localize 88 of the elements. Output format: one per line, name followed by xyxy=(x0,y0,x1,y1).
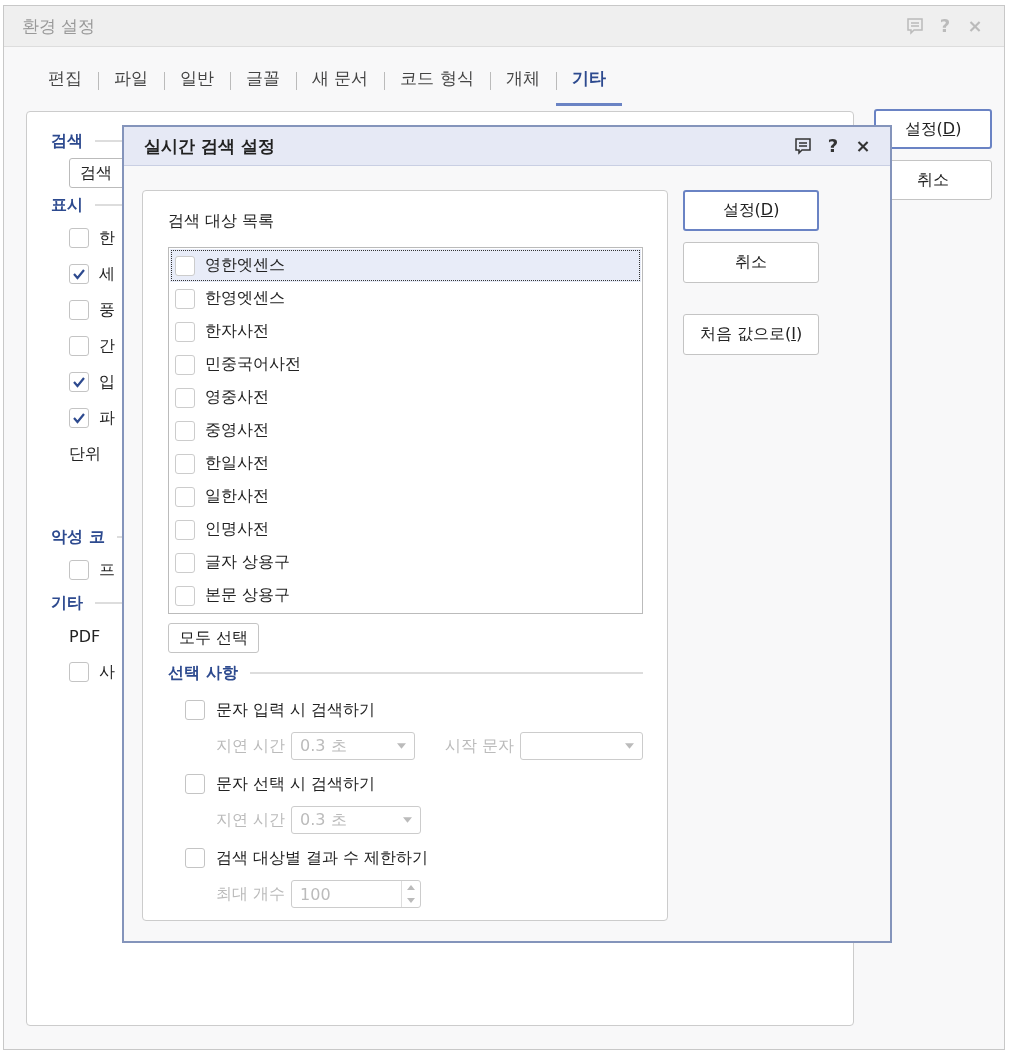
checkbox-label: 한 xyxy=(99,227,115,249)
list-item[interactable]: 본문 상용구 xyxy=(170,579,641,612)
dialog-title: 실시간 검색 설정 xyxy=(144,134,275,158)
item-label: 일한사전 xyxy=(205,486,269,507)
field-label: 최대 개수 xyxy=(216,883,286,905)
checkbox[interactable] xyxy=(175,552,195,573)
checkbox[interactable] xyxy=(175,354,195,375)
checkbox-label: 프 xyxy=(99,559,115,581)
item-label: 한일사전 xyxy=(205,453,269,474)
item-label: 한영엣센스 xyxy=(205,288,285,309)
list-item[interactable]: 한영엣센스 xyxy=(170,282,641,315)
field-label: 지연 시간 xyxy=(216,809,286,831)
checkbox-label: 풍 xyxy=(99,299,115,321)
item-label: 중영사전 xyxy=(205,420,269,441)
item-label: 글자 상용구 xyxy=(205,552,291,573)
checkbox-label: 간 xyxy=(99,335,115,357)
checkbox[interactable] xyxy=(175,321,195,342)
button[interactable]: 설정(D) xyxy=(874,109,992,149)
section-heading: 악성 코 xyxy=(51,526,105,548)
list-item[interactable]: 인명사전 xyxy=(170,513,641,546)
list-item[interactable]: 중영사전 xyxy=(170,414,641,447)
list-item[interactable]: 글자 상용구 xyxy=(170,546,641,579)
select-all-button[interactable]: 모두 선택 xyxy=(168,623,259,653)
checkbox[interactable] xyxy=(175,420,195,441)
caret-icon xyxy=(625,743,634,749)
checkbox[interactable] xyxy=(69,228,89,248)
comment-icon[interactable] xyxy=(794,137,812,155)
up-arrow-icon[interactable] xyxy=(407,885,416,890)
checkbox[interactable] xyxy=(175,453,195,474)
label: 단위 xyxy=(69,443,101,465)
close-button[interactable]: × xyxy=(854,136,872,156)
item-label: 영중사전 xyxy=(205,387,269,408)
checkbox-label: 세 xyxy=(99,263,115,285)
item-label: 본문 상용구 xyxy=(205,585,291,606)
down-arrow-icon[interactable] xyxy=(407,898,416,903)
checkbox[interactable] xyxy=(175,255,195,276)
checkbox[interactable] xyxy=(175,288,195,309)
list-item[interactable]: 영한엣센스 xyxy=(170,249,641,282)
option-label: 검색 대상별 결과 수 제한하기 xyxy=(216,847,429,869)
label: PDF xyxy=(69,626,101,646)
item-label: 한자사전 xyxy=(205,321,269,342)
tab[interactable]: 일반 xyxy=(164,52,230,106)
list-item[interactable]: 한일사전 xyxy=(170,447,641,480)
checkbox[interactable] xyxy=(69,336,89,356)
option-label: 문자 입력 시 검색하기 xyxy=(216,699,376,721)
checkbox-label: 사 xyxy=(99,661,115,683)
tab[interactable]: 파일 xyxy=(98,52,164,106)
checkbox[interactable] xyxy=(69,300,89,320)
checkbox[interactable] xyxy=(69,662,89,682)
section-heading: 표시 xyxy=(51,194,83,216)
field-label: 지연 시간 xyxy=(216,735,286,757)
window-title: 환경 설정 xyxy=(22,14,96,38)
tab[interactable]: 새 문서 xyxy=(296,52,385,106)
list-item[interactable]: 일한사전 xyxy=(170,480,641,513)
item-label: 민중국어사전 xyxy=(205,354,301,375)
dropdown[interactable] xyxy=(519,732,643,760)
list-label: 검색 대상 목록 xyxy=(168,211,276,232)
list-item[interactable]: 영중사전 xyxy=(170,381,641,414)
checkbox[interactable] xyxy=(185,848,205,868)
checkbox[interactable] xyxy=(69,560,89,580)
tab[interactable]: 편집 xyxy=(32,52,98,106)
tab[interactable]: 코드 형식 xyxy=(384,52,490,106)
button[interactable]: 처음 값으로(I) xyxy=(683,314,819,355)
button[interactable]: 설정(D) xyxy=(683,190,819,231)
tab[interactable]: 글꼴 xyxy=(230,52,296,106)
checkbox[interactable] xyxy=(175,585,195,606)
tab[interactable]: 개체 xyxy=(489,52,556,106)
checkbox[interactable] xyxy=(185,700,205,720)
list-item[interactable]: 한자사전 xyxy=(170,315,641,348)
checkbox[interactable] xyxy=(175,519,195,540)
caret-icon xyxy=(403,817,413,823)
help-button[interactable]: ? xyxy=(824,136,842,156)
option-label: 문자 선택 시 검색하기 xyxy=(216,773,376,795)
checkbox[interactable] xyxy=(175,486,195,507)
section-heading: 검색 xyxy=(51,130,83,152)
checkbox[interactable] xyxy=(175,387,195,408)
section-heading: 선택 사항 xyxy=(168,662,238,684)
item-label: 영한엣센스 xyxy=(205,255,285,276)
checkbox-label: 입 xyxy=(99,371,115,393)
list-item[interactable]: 민중국어사전 xyxy=(170,348,641,381)
tab[interactable]: 기타 xyxy=(555,52,622,106)
button[interactable]: 취소 xyxy=(683,242,819,283)
item-label: 인명사전 xyxy=(205,519,269,540)
caret-icon xyxy=(396,743,406,749)
section-heading: 기타 xyxy=(51,592,83,614)
checkbox-label: 파 xyxy=(99,407,115,429)
field-label: 시작 문자 xyxy=(444,735,514,757)
checkbox[interactable] xyxy=(185,774,205,794)
